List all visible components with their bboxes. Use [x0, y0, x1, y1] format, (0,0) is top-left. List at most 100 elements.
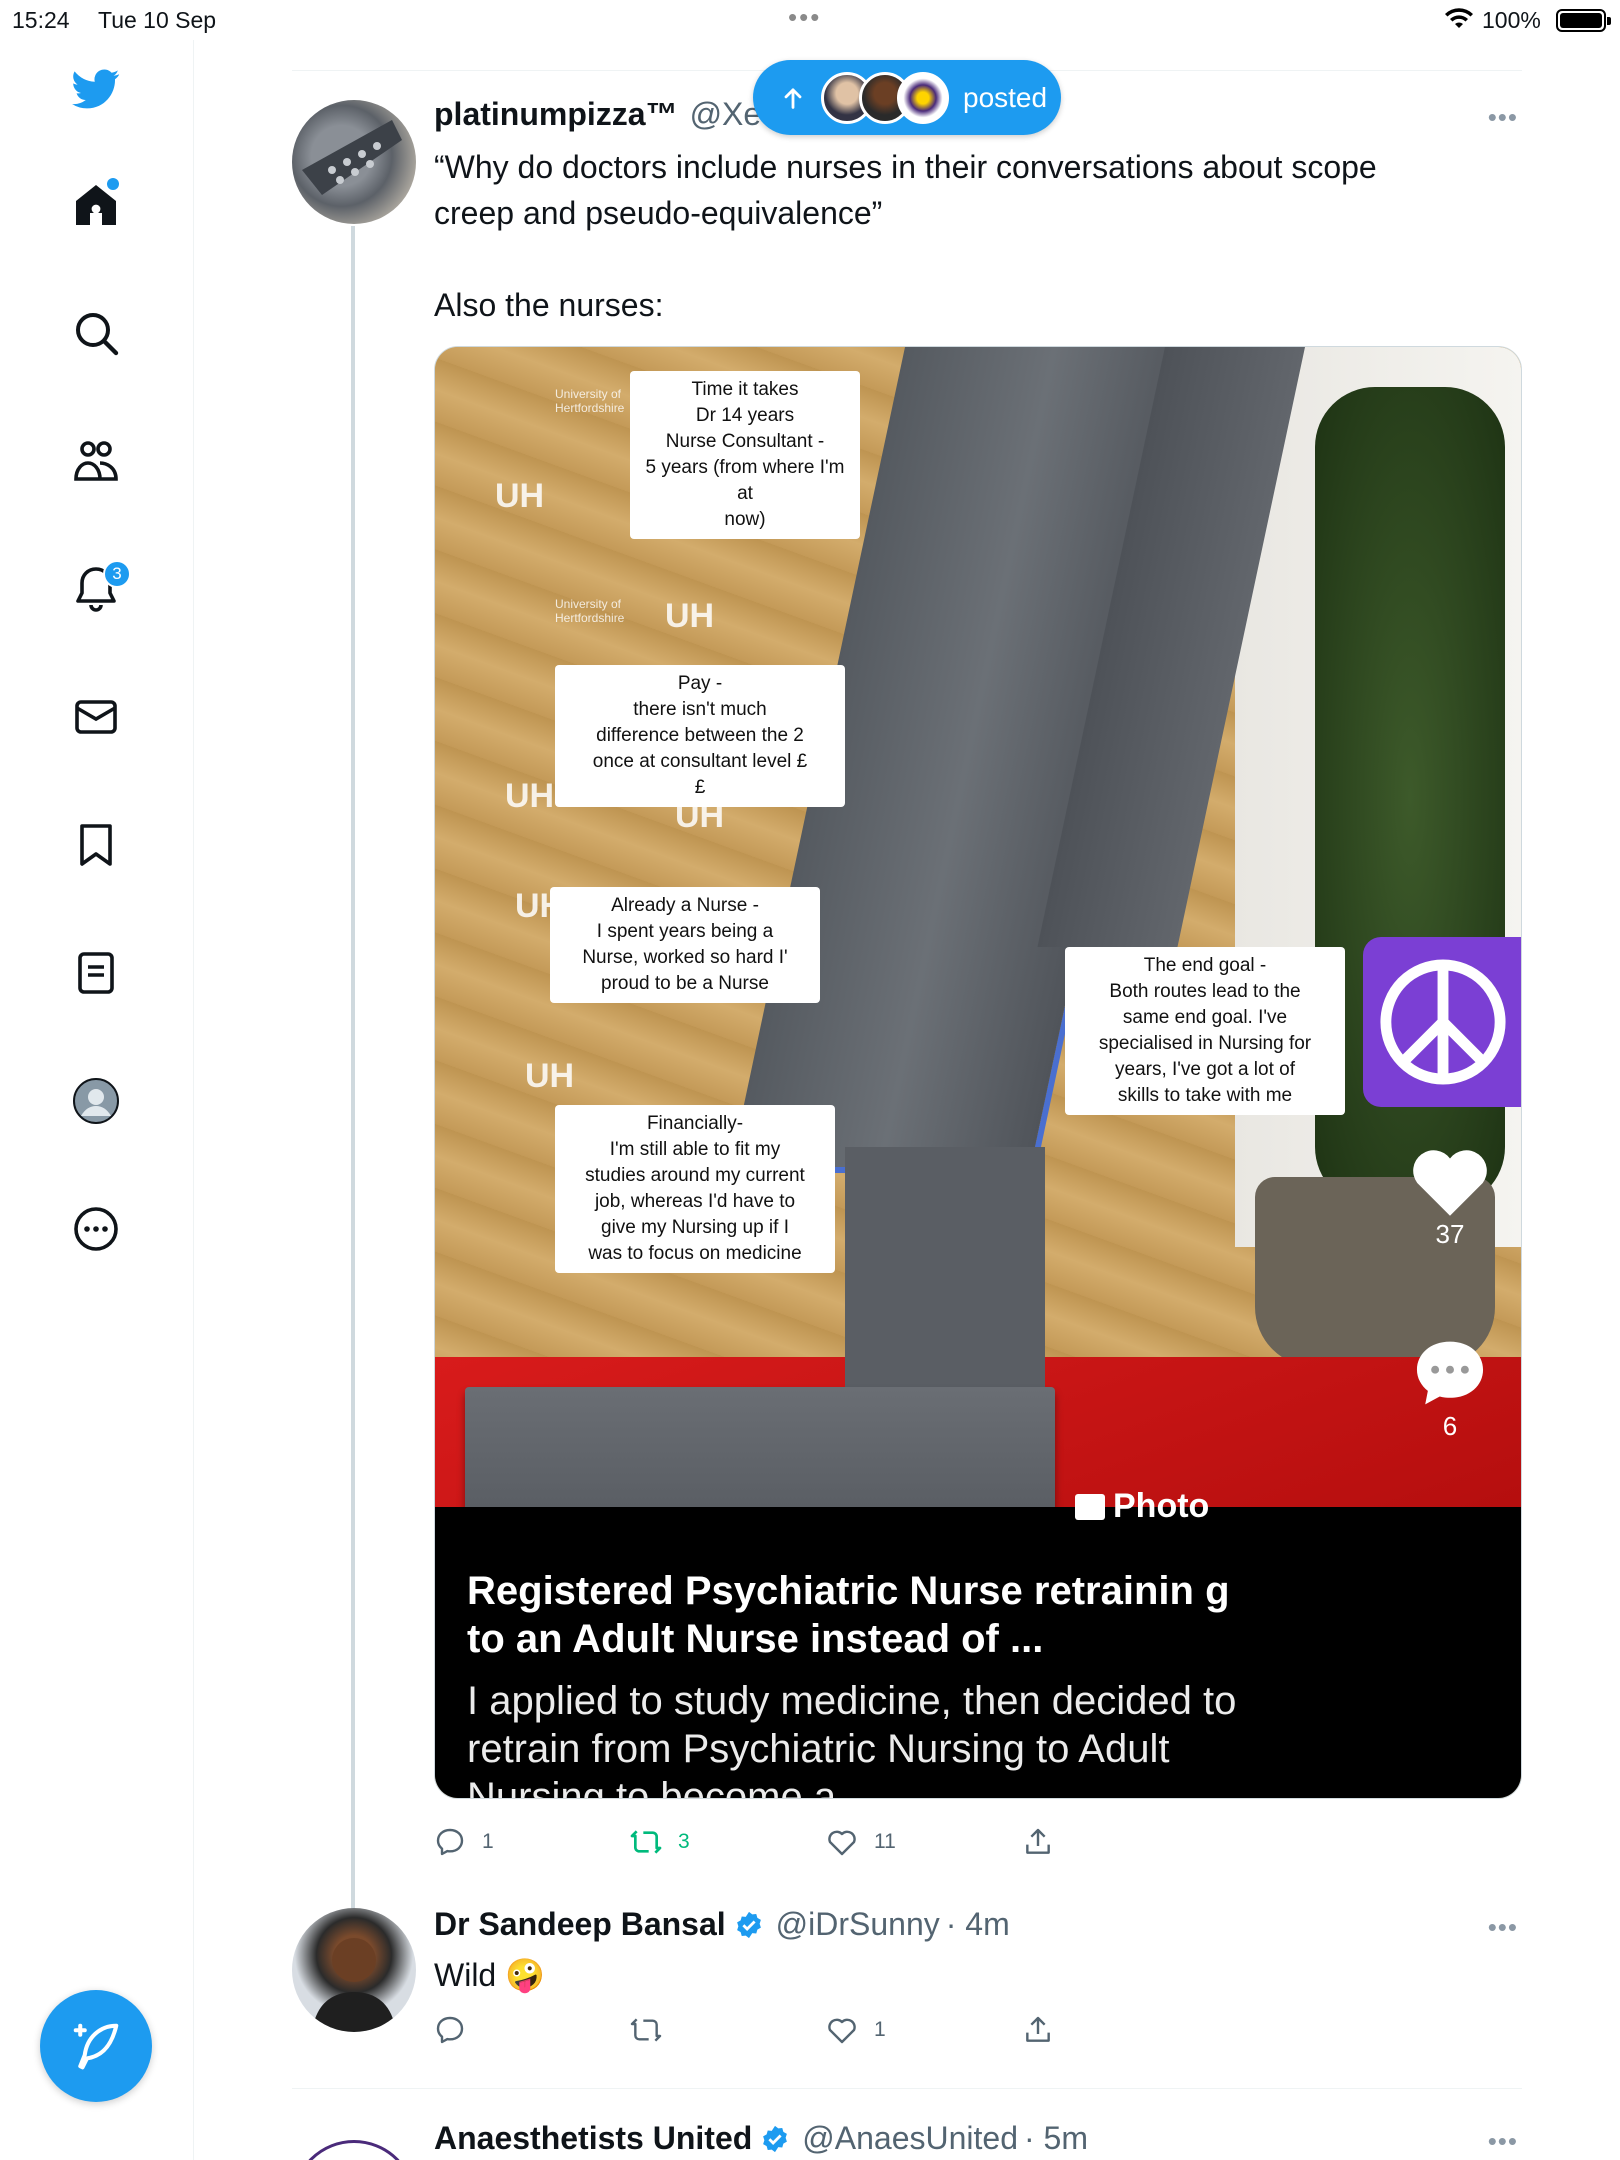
media-note: Pay - there isn't much difference betwee…	[555, 665, 845, 807]
heart-icon	[828, 1830, 856, 1856]
uni-logo-text: University of Hertfordshire	[555, 387, 625, 415]
photo-tag-label: Photo	[1113, 1487, 1210, 1525]
status-bar: 15:24 Tue 10 Sep ••• 100%	[0, 0, 1620, 40]
more-options-icon[interactable]: •••	[1488, 102, 1518, 133]
more-circle-icon	[74, 1207, 118, 1251]
notifications-badge: 3	[103, 560, 131, 588]
photo-tag: Photo	[1075, 1487, 1209, 1526]
communities-icon	[74, 441, 118, 481]
compose-tweet-button[interactable]	[40, 1990, 152, 2102]
tweet-actions: 1	[434, 2014, 1218, 2046]
reply-button[interactable]: 1	[434, 1826, 630, 1858]
sidebar-nav: 3	[0, 40, 194, 2160]
more-options-icon[interactable]: •••	[1488, 1912, 1518, 1943]
retweet-icon	[630, 2018, 662, 2042]
twitter-logo-icon[interactable]	[55, 48, 137, 130]
nav-bookmarks[interactable]	[55, 804, 137, 886]
tweet-text: “Why do doctors include nurses in their …	[434, 144, 1504, 328]
retweet-icon	[630, 1830, 662, 1854]
uh-logo-text: UH	[665, 597, 715, 635]
tweet-header: Dr Sandeep Bansal @iDrSunny · 4m	[434, 1906, 1010, 1943]
handle[interactable]: @Xe	[690, 96, 762, 133]
tweet-time[interactable]: · 4m	[946, 1906, 1010, 1943]
reply-icon	[436, 2016, 464, 2044]
display-name[interactable]: Dr Sandeep Bansal	[434, 1906, 726, 1943]
profile-avatar-icon	[73, 1078, 119, 1124]
comment-bubble-icon	[1416, 1341, 1484, 1405]
nav-explore[interactable]	[55, 292, 137, 374]
retweet-button[interactable]	[630, 2014, 826, 2046]
media-like-count: 37	[1435, 1219, 1465, 1249]
heart-icon	[828, 2018, 856, 2044]
nav-profile[interactable]	[55, 1060, 137, 1142]
share-button[interactable]	[1022, 1826, 1218, 1858]
media-note: Already a Nurse - I spent years being a …	[550, 887, 820, 1003]
battery-percent: 100%	[1482, 7, 1541, 33]
peace-icon	[1380, 959, 1506, 1085]
media-comment-control: 6	[1405, 1335, 1495, 1442]
display-name[interactable]: platinumpizza™	[434, 96, 678, 133]
retweet-count: 3	[678, 1830, 690, 1853]
nav-home[interactable]	[55, 164, 137, 246]
timeline: platinumpizza™ @Xe ••• “Why do doctors i…	[292, 40, 1522, 2160]
nav-notifications[interactable]: 3	[55, 548, 137, 630]
battery-icon	[1556, 9, 1611, 32]
status-time: 15:24	[12, 7, 70, 33]
uh-logo-text: UH	[525, 1057, 575, 1095]
media-caption-title: Registered Psychiatric Nurse retrainin g…	[467, 1569, 1230, 1661]
mail-icon	[75, 700, 117, 734]
status-date: Tue 10 Sep	[98, 7, 217, 33]
uh-logo-text: UH	[505, 777, 555, 815]
nav-more[interactable]	[55, 1188, 137, 1270]
verified-badge-icon	[736, 1911, 761, 1938]
thread-connector	[351, 226, 355, 1952]
handle[interactable]: @iDrSunny	[776, 1906, 940, 1943]
like-count: 1	[874, 2018, 886, 2041]
retweet-button[interactable]: 3	[630, 1826, 826, 1858]
search-icon	[76, 313, 119, 356]
media-note: Time it takes Dr 14 years Nurse Consulta…	[630, 371, 860, 539]
media-note: The end goal - Both routes lead to the s…	[1065, 947, 1345, 1115]
like-count: 11	[874, 1830, 896, 1853]
tweet-header: platinumpizza™ @Xe	[434, 96, 761, 133]
avatar[interactable]	[292, 100, 416, 224]
like-button[interactable]: 11	[826, 1826, 1022, 1858]
divider	[292, 2088, 1522, 2089]
reply-count: 1	[482, 1830, 494, 1853]
heart-icon	[1413, 1150, 1487, 1216]
uh-logo-text: UH	[495, 477, 545, 515]
home-unread-dot	[107, 178, 119, 190]
share-icon	[1026, 2016, 1050, 2042]
uni-logo-text: University of Hertfordshire	[555, 597, 625, 625]
multitasking-dots-icon[interactable]: •••	[788, 2, 821, 33]
handle[interactable]: @AnaesUnited	[802, 2120, 1018, 2157]
like-button[interactable]: 1	[826, 2014, 1022, 2046]
wifi-icon	[1445, 8, 1473, 28]
nav-messages[interactable]	[55, 676, 137, 758]
reply-button[interactable]	[434, 2014, 630, 2046]
media-comment-count: 6	[1442, 1411, 1458, 1441]
tweet-text-line: creep and pseudo-equivalence”	[434, 195, 883, 231]
new-posts-pill[interactable]: posted	[753, 60, 1061, 135]
tweet-text-line: Also the nurses:	[434, 287, 664, 323]
media-like-control: 37	[1405, 1147, 1495, 1250]
tweet-time[interactable]: · 5m	[1024, 2120, 1088, 2157]
avatar[interactable]	[292, 2140, 416, 2160]
tweet-header: Anaesthetists United @AnaesUnited · 5m	[434, 2120, 1088, 2157]
nav-communities[interactable]	[55, 420, 137, 502]
new-posts-label: posted	[963, 81, 1048, 113]
avatar	[897, 71, 949, 124]
arrow-up-icon	[784, 87, 802, 109]
verified-badge-icon	[763, 2125, 788, 2152]
more-options-icon[interactable]: •••	[1488, 2126, 1518, 2157]
lists-icon	[78, 952, 114, 994]
avatar[interactable]	[292, 1908, 416, 2032]
tweet-media-image[interactable]: UH UH UH UH UH UH University of Hertford…	[434, 346, 1522, 1799]
reply-icon	[436, 1828, 464, 1856]
tweet-text-line: “Why do doctors include nurses in their …	[434, 149, 1377, 185]
nav-lists[interactable]	[55, 932, 137, 1014]
share-icon	[1026, 1828, 1050, 1854]
share-button[interactable]	[1022, 2014, 1218, 2046]
display-name[interactable]: Anaesthetists United	[434, 2120, 752, 2157]
photo-icon	[1075, 1493, 1105, 1520]
